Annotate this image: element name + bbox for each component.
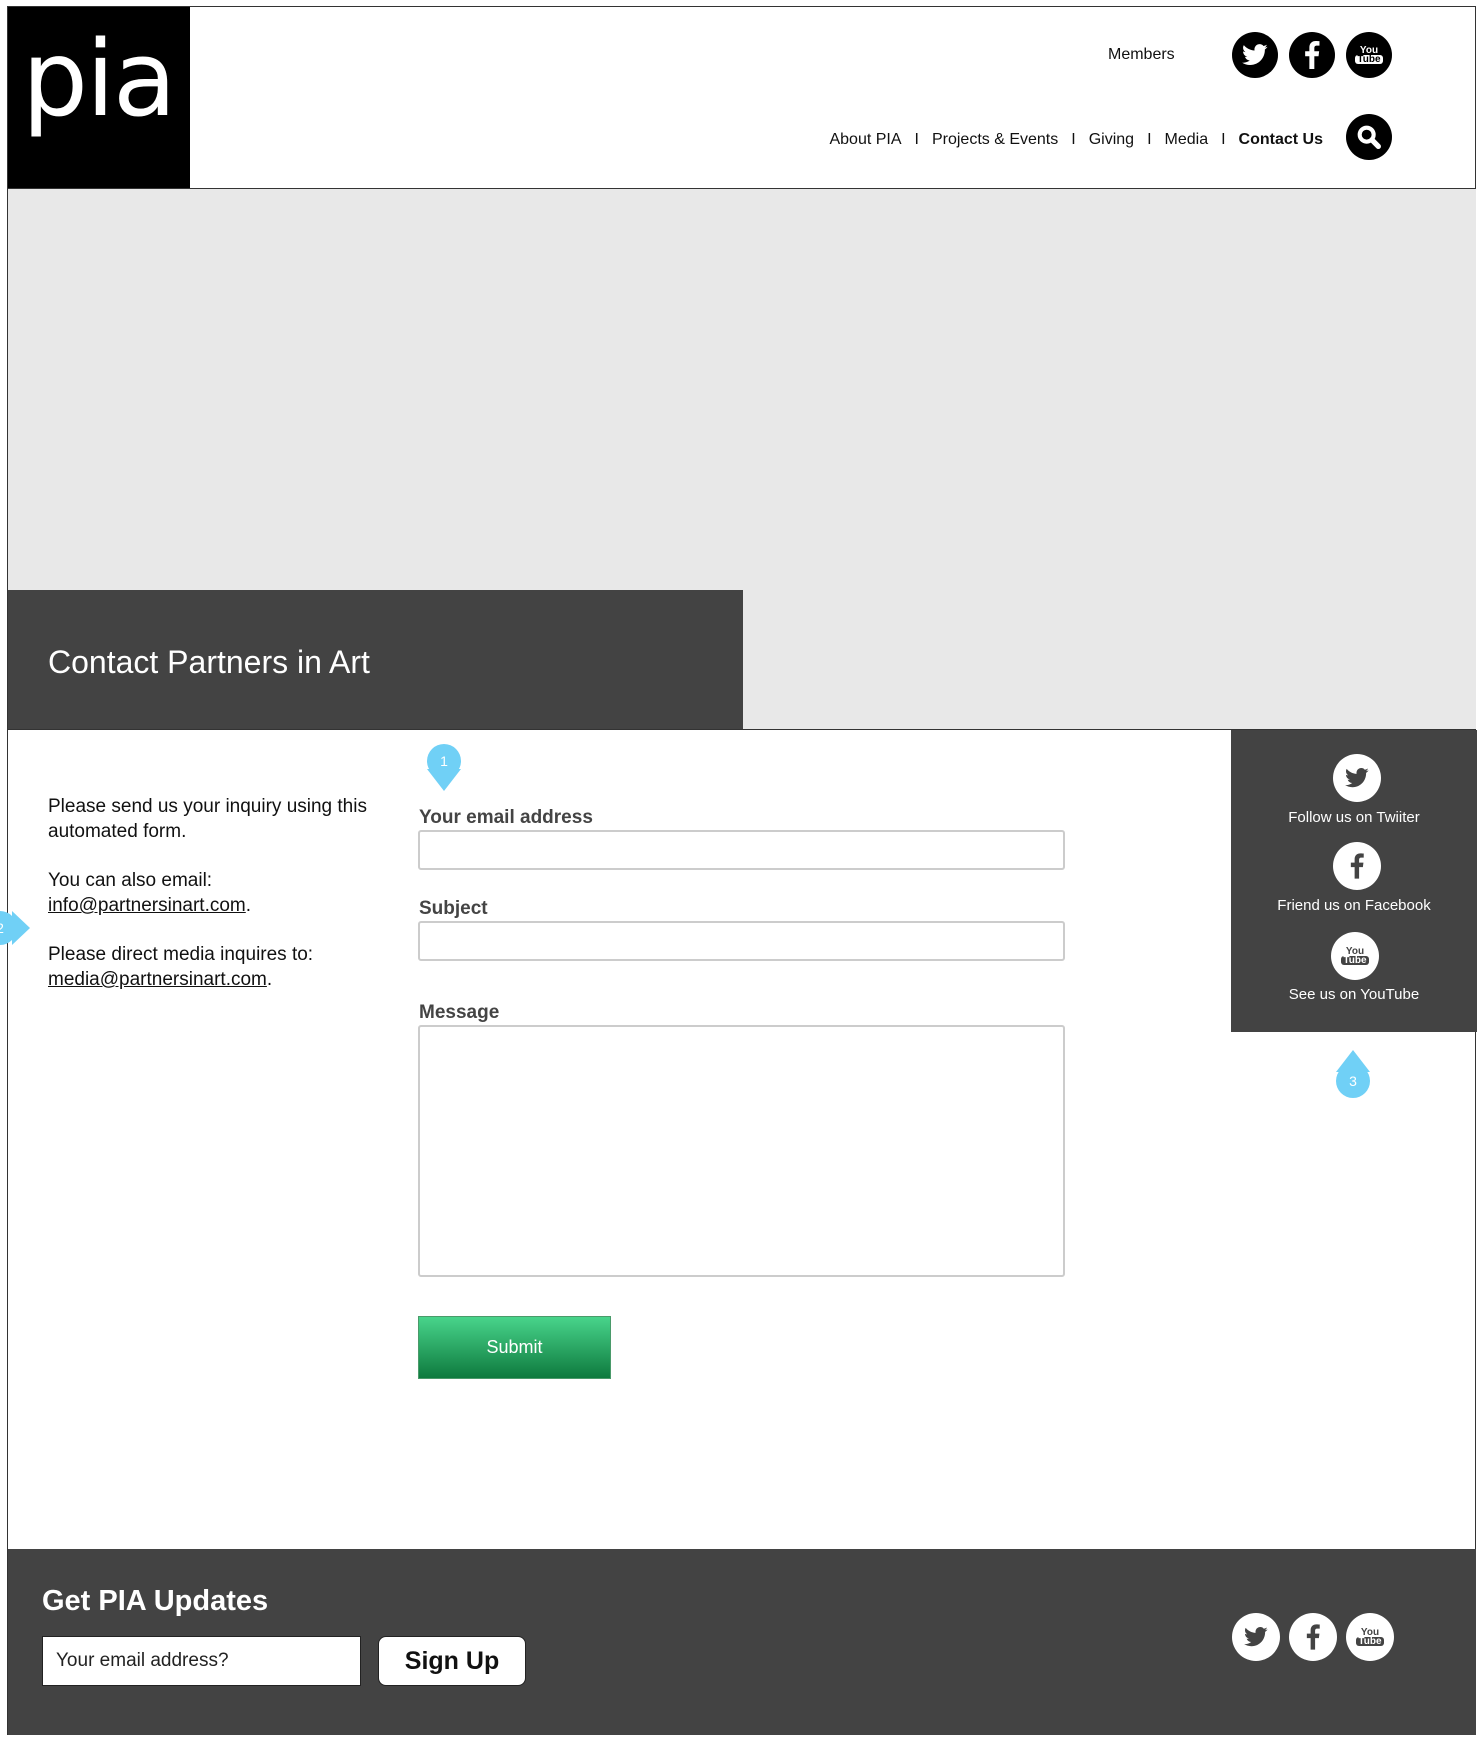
media-prefix: Please direct media inquires to: (48, 944, 314, 965)
nav-about-pia[interactable]: About PIA (829, 131, 901, 149)
social-side-panel: Follow us on Twiiter Friend us on Facebo… (1231, 730, 1477, 1032)
facebook-icon[interactable] (1289, 1613, 1337, 1661)
main-nav: About PIA I Projects & Events I Giving I… (829, 131, 1323, 149)
media-email-link[interactable]: media@partnersinart.com (48, 969, 267, 990)
sign-up-button[interactable]: Sign Up (378, 1636, 526, 1686)
nav-giving[interactable]: Giving (1089, 131, 1134, 149)
footer-title: Get PIA Updates (42, 1585, 269, 1617)
youtube-glyph-bottom: Tube (1341, 955, 1369, 966)
message-label: Message (419, 1002, 500, 1023)
nav-media[interactable]: Media (1165, 131, 1209, 149)
email-paragraph: You can also email: info@partnersinart.co… (48, 868, 378, 918)
newsletter-email-input[interactable]: Your email address? (42, 1636, 361, 1686)
marker-tail (12, 911, 30, 945)
twitter-icon[interactable] (1333, 754, 1381, 802)
twitter-icon[interactable] (1232, 1613, 1280, 1661)
submit-button[interactable]: Submit (418, 1316, 611, 1379)
friend-facebook-label[interactable]: Friend us on Facebook (1231, 897, 1477, 914)
follow-twitter-label[interactable]: Follow us on Twiiter (1231, 809, 1477, 826)
twitter-icon[interactable] (1232, 32, 1278, 78)
email-prefix: You can also email: (48, 870, 213, 891)
contact-intro: Please send us your inquiry using this a… (48, 794, 378, 1016)
pia-logo[interactable]: pia (8, 7, 190, 188)
search-icon (1357, 125, 1381, 149)
search-button[interactable] (1346, 114, 1392, 160)
see-youtube-label[interactable]: See us on YouTube (1231, 986, 1477, 1003)
logo-text: pia (22, 18, 177, 140)
youtube-icon[interactable]: You Tube (1346, 1613, 1394, 1661)
subject-label: Subject (419, 898, 488, 919)
footer: Get PIA Updates Your email address? Sign… (8, 1549, 1476, 1735)
period: . (245, 895, 252, 916)
facebook-icon[interactable] (1289, 32, 1335, 78)
email-label: Your email address (419, 807, 593, 828)
email-field[interactable] (418, 830, 1065, 870)
hero-title-panel: Contact Partners in Art (8, 590, 743, 729)
period: . (266, 969, 273, 990)
nav-separator: I (1221, 131, 1226, 148)
intro-text: Please send us your inquiry using this a… (48, 796, 367, 842)
subject-field[interactable] (418, 921, 1065, 961)
youtube-icon[interactable]: You Tube (1331, 932, 1379, 980)
youtube-glyph-bottom: Tube (1355, 54, 1383, 65)
youtube-icon[interactable]: You Tube (1346, 32, 1392, 78)
nav-projects-events[interactable]: Projects & Events (932, 131, 1058, 149)
media-paragraph: Please direct media inquires to: media@pa… (48, 942, 378, 992)
page-title: Contact Partners in Art (48, 644, 370, 680)
nav-separator: I (914, 131, 919, 148)
nav-contact-us[interactable]: Contact Us (1239, 131, 1323, 149)
annotation-marker-3: 3 (1336, 1064, 1370, 1098)
info-email-link[interactable]: info@partnersinart.com (48, 895, 246, 916)
nav-separator: I (1147, 131, 1152, 148)
message-textarea[interactable] (418, 1025, 1065, 1277)
members-link[interactable]: Members (1108, 46, 1175, 64)
youtube-glyph-bottom: Tube (1356, 1636, 1384, 1647)
marker-tail (427, 769, 461, 791)
facebook-icon[interactable] (1333, 842, 1381, 890)
nav-separator: I (1071, 131, 1076, 148)
